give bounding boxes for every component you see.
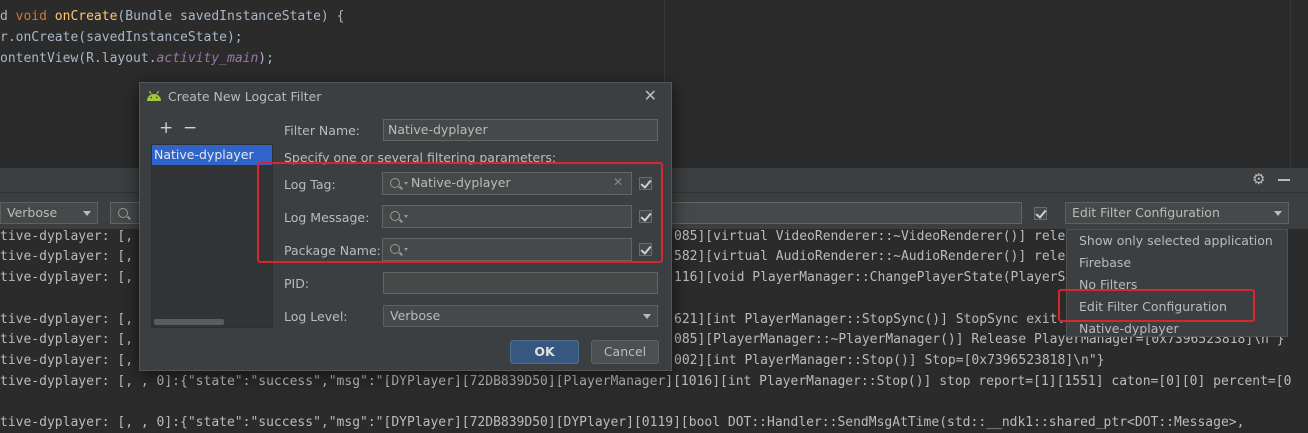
search-icon (118, 208, 128, 218)
code-line-3: ontentView(R.layout.activity_main); (0, 51, 274, 66)
log-line: tive-dyplayer: [, , 0]:{"state":"success… (0, 374, 1292, 389)
log-line-fragment: 582][virtual AudioRenderer::~AudioRender… (674, 249, 1081, 264)
log-line-fragment: 085][virtual VideoRenderer::~VideoRender… (674, 229, 1081, 244)
filter-name-label: Filter Name: (284, 123, 361, 138)
log-line: tive-dyplayer: [, (0, 353, 134, 368)
android-icon (147, 90, 161, 101)
logcat-search-input-end[interactable] (660, 202, 1022, 224)
log-level-select[interactable]: Verbose (0, 202, 98, 224)
code-line-2: r.onCreate(savedInstanceState); (0, 30, 243, 45)
filter-list-scrollbar[interactable] (154, 319, 224, 325)
logcat-search-input[interactable] (110, 202, 140, 224)
log-line: tive-dyplayer: [, (0, 249, 134, 264)
ok-button[interactable]: OK (510, 340, 579, 364)
add-filter-button[interactable]: + (159, 118, 173, 138)
filter-config-select[interactable]: Edit Filter Configuration (1065, 202, 1289, 224)
filter-name-field[interactable]: Native-dyplayer (383, 119, 658, 141)
editor-margin-line (1290, 0, 1291, 168)
popup-item-show-only-selected[interactable]: Show only selected application (1079, 233, 1273, 248)
log-line: tive-dyplayer: [, (0, 229, 134, 244)
popup-item-native-dyplayer[interactable]: Native-dyplayer (1079, 321, 1179, 336)
log-line: tive-dyplayer: [, (0, 312, 134, 327)
highlight-box-edit-filter (1058, 289, 1255, 322)
log-line: tive-dyplayer: [, (0, 332, 134, 347)
popup-item-firebase[interactable]: Firebase (1079, 255, 1131, 270)
log-line-fragment: 116][void PlayerManager::ChangePlayerSta… (674, 270, 1081, 285)
filter-list[interactable]: Native-dyplayer (151, 144, 273, 328)
pid-field[interactable] (383, 272, 658, 294)
log-line-fragment: 621][int PlayerManager::StopSync()] Stop… (674, 312, 1081, 327)
remove-filter-button[interactable]: − (183, 118, 197, 138)
regex-checkbox[interactable] (1034, 207, 1047, 220)
close-icon[interactable]: ✕ (644, 86, 657, 105)
highlight-box-filter-params (257, 162, 663, 263)
dialog-title: Create New Logcat Filter (168, 89, 322, 104)
cancel-button[interactable]: Cancel (591, 340, 659, 364)
code-line-1: d void onCreate(Bundle savedInstanceStat… (0, 9, 345, 24)
pid-label: PID: (284, 276, 310, 291)
gear-icon[interactable]: ⚙ (1252, 170, 1265, 188)
minimize-icon[interactable] (1278, 179, 1290, 181)
log-line-fragment: 002][int PlayerManager::Stop()] Stop=[0x… (674, 353, 1105, 368)
log-level-label: Log Level: (284, 309, 348, 324)
log-level-dropdown[interactable]: Verbose (383, 305, 658, 327)
log-line: tive-dyplayer: [, (0, 270, 134, 285)
filter-list-item[interactable]: Native-dyplayer (152, 145, 272, 165)
log-line: tive-dyplayer: [, , 0]:{"state":"success… (0, 415, 1245, 430)
